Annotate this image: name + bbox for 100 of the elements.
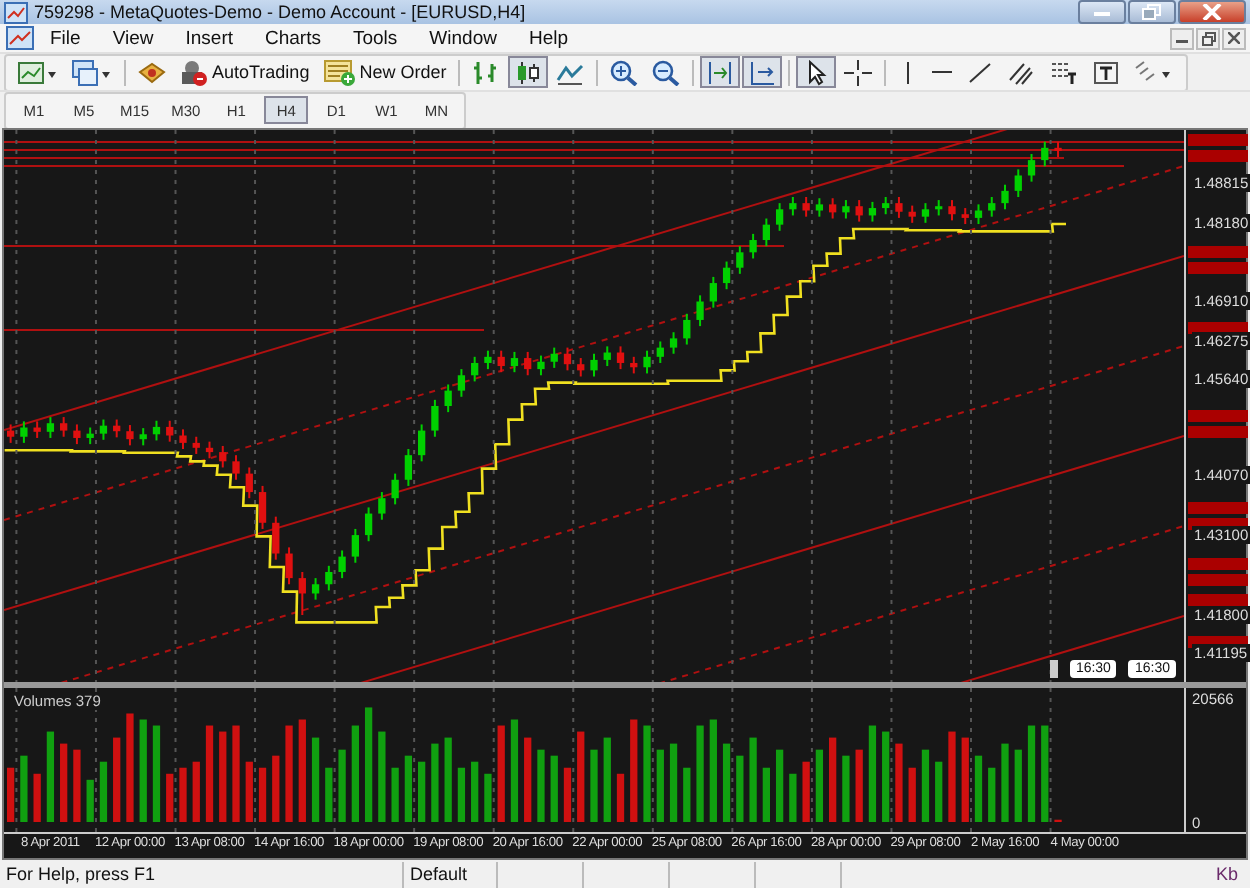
- candlestick: [391, 472, 399, 506]
- bar: [868, 725, 877, 823]
- menu-item[interactable]: Tools: [336, 27, 414, 50]
- candlestick: [325, 564, 333, 592]
- bar: [829, 737, 837, 823]
- bar: [338, 749, 346, 823]
- menu-item[interactable]: Help: [512, 27, 585, 50]
- bar: [696, 725, 704, 823]
- bar: [842, 755, 850, 823]
- bar: [935, 761, 943, 823]
- robot-icon: [180, 59, 208, 86]
- bar: [563, 767, 572, 823]
- bar: [126, 713, 134, 823]
- bar: [285, 725, 293, 823]
- menu-item[interactable]: Window: [413, 27, 513, 50]
- minimize-button[interactable]: [1078, 0, 1126, 25]
- bar: [669, 743, 678, 823]
- bar: [245, 761, 253, 823]
- candlestick: [166, 419, 174, 443]
- bar: [961, 737, 969, 823]
- candlestick: [431, 398, 439, 438]
- bar: [298, 719, 306, 823]
- candlestick: [444, 383, 452, 414]
- menu-item[interactable]: File: [34, 27, 97, 50]
- candlestick: [60, 416, 68, 438]
- candlestick: [696, 294, 704, 328]
- bar: [616, 773, 625, 823]
- bar: [391, 767, 399, 823]
- candlestick: [258, 485, 267, 531]
- bar: [364, 707, 373, 823]
- session-marker: [1049, 660, 1058, 679]
- price-marker: [1188, 262, 1248, 275]
- bar: [683, 767, 691, 823]
- bar: [166, 773, 174, 823]
- bar: [20, 755, 28, 823]
- bar: [484, 773, 492, 823]
- candlestick-icon: [514, 59, 543, 86]
- candlestick: [762, 217, 771, 248]
- menu-item[interactable]: Charts: [249, 27, 337, 50]
- bar: [73, 749, 81, 823]
- candlestick: [351, 528, 359, 564]
- restore-button[interactable]: [1128, 0, 1176, 25]
- restore-button[interactable]: [1196, 27, 1220, 50]
- bar: [643, 725, 651, 823]
- chart-shift-button[interactable]: [700, 56, 741, 89]
- candlestick: [338, 549, 346, 580]
- menu-item[interactable]: View: [96, 27, 170, 50]
- candlestick: [404, 448, 413, 487]
- bar: [325, 767, 333, 823]
- candlestick: [577, 357, 585, 378]
- candlestick: [524, 351, 532, 377]
- bar: [1041, 725, 1049, 823]
- close-button[interactable]: [1222, 27, 1246, 50]
- price-marker: [1188, 502, 1248, 515]
- candlestick: [948, 199, 956, 222]
- bar: [417, 761, 426, 823]
- candlestick: [855, 199, 863, 223]
- bar: [895, 743, 903, 823]
- channel-icon: [1008, 59, 1037, 86]
- bar: [46, 731, 55, 823]
- candlestick: [895, 196, 903, 219]
- diamond-icon: [138, 59, 166, 86]
- bar: [709, 719, 717, 823]
- bar: [510, 719, 519, 823]
- minimize-button[interactable]: [1170, 27, 1194, 50]
- menu-item[interactable]: Insert: [169, 27, 249, 50]
- candlestick: [1014, 168, 1022, 199]
- auto-scroll-button[interactable]: [742, 56, 783, 89]
- close-icon: [1202, 4, 1222, 21]
- windows-icon: [72, 59, 112, 86]
- candlestick: [1041, 140, 1049, 168]
- bar: [882, 731, 890, 823]
- bar: [404, 755, 413, 823]
- bar: [351, 725, 359, 823]
- price-marker: [1188, 594, 1248, 607]
- candlesticks-button[interactable]: [508, 56, 549, 89]
- restore-icon: [1201, 31, 1215, 46]
- candlestick: [736, 245, 744, 275]
- cursor-button[interactable]: [796, 56, 837, 89]
- price-marker: [1188, 150, 1248, 163]
- new-order-button[interactable]: New Order: [317, 56, 453, 89]
- bar: [577, 731, 585, 823]
- status-text: For Help, press F1: [0, 861, 404, 888]
- bar: [775, 749, 784, 823]
- scroll-arrow-icon: [748, 59, 777, 86]
- bar: [378, 731, 386, 823]
- bar: [908, 767, 916, 823]
- bar: [550, 755, 558, 823]
- candlestick: [789, 196, 797, 217]
- bar: [988, 767, 996, 823]
- auto-trading-button[interactable]: AutoTrading: [174, 56, 316, 89]
- candlestick: [1001, 183, 1009, 211]
- close-button[interactable]: [1178, 0, 1246, 25]
- close-icon: [1228, 32, 1240, 45]
- bar: [192, 761, 200, 823]
- bar: [60, 743, 68, 823]
- bar: [974, 755, 983, 823]
- zoom-in-icon: [610, 59, 639, 86]
- candlestick: [643, 349, 651, 375]
- bar: [524, 737, 532, 823]
